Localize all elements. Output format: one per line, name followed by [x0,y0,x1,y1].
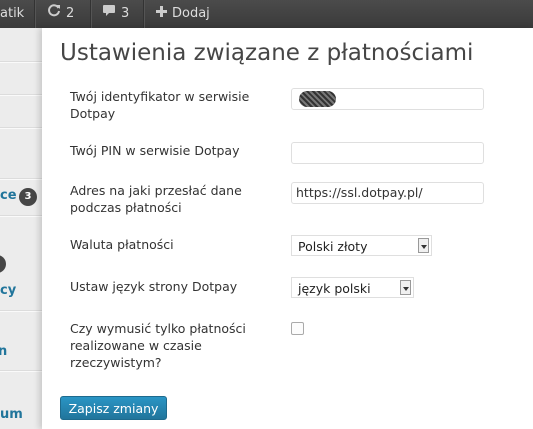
menu-separator [0,127,42,129]
menu-item-comments[interactable]: ce [0,188,17,203]
comments-count: 3 [121,6,130,21]
chevron-down-icon [400,280,411,295]
refresh-icon [47,0,61,28]
menu-separator [0,370,42,372]
save-button[interactable]: Zapisz zmiany [60,396,167,420]
adminbar-divider [90,0,92,28]
menu-separator [0,61,42,63]
url-input[interactable]: https://ssl.dotpay.pl/ [291,182,484,204]
dotpay-pin-label: Twój PIN w serwisie Dotpay [70,143,240,158]
currency-label: Waluta płatności [70,237,174,252]
menu-badge: 1 [0,255,6,273]
updates-count: 2 [66,6,75,21]
comments-link[interactable]: 3 [102,0,129,28]
comment-bubble-icon [102,0,116,28]
realtime-checkbox[interactable] [291,322,304,335]
comments-badge: 3 [19,188,37,206]
dotpay-id-label: Twój identyfikator w serwisie Dotpay [70,89,250,121]
menu-separator [0,94,42,96]
adminbar-divider [143,0,145,28]
chevron-down-icon [418,238,429,253]
add-new-link[interactable]: Dodaj [156,0,210,28]
redacted-value [299,91,336,107]
currency-select[interactable]: Polski złoty [291,235,432,256]
adminbar-divider [34,0,36,28]
dotpay-id-input[interactable] [291,88,484,110]
menu-separator [0,215,42,217]
site-name-link[interactable]: atik [0,0,24,28]
currency-selected: Polski złoty [298,239,368,254]
add-new-label: Dodaj [172,6,210,21]
realtime-label: Czy wymusić tylko płatności realizowane … [70,321,246,370]
settings-panel: Ustawienia związane z płatnościami Twój … [42,28,533,429]
updates-link[interactable]: 2 [47,0,74,28]
language-label: Ustaw język strony Dotpay [70,279,238,294]
language-selected: język polski [298,281,371,296]
site-name-label: atik [0,6,25,21]
plus-icon [156,0,167,28]
url-label: Adres na jaki przesłać dane podczas płat… [70,183,242,215]
menu-separator [0,178,42,180]
admin-bar: atik 2 3 Dodaj [0,0,533,28]
language-select[interactable]: język polski [291,277,414,298]
dotpay-pin-input[interactable] [291,142,484,164]
admin-side-menu: ce 3 1 cy n um [0,28,43,429]
menu-item-partial[interactable]: n [0,344,7,359]
page-title: Ustawienia związane z płatnościami [60,40,474,66]
menu-item-partial[interactable]: um [0,407,23,422]
menu-item-partial[interactable]: cy [0,283,16,298]
menu-separator [0,310,42,312]
